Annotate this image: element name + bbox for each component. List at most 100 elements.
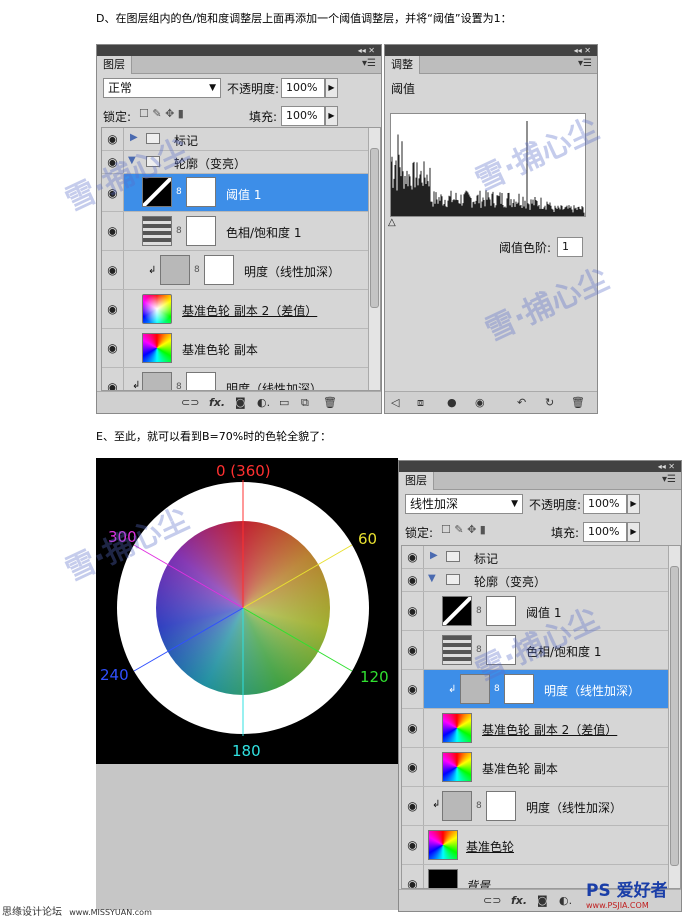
eye-icon[interactable]: ◉ bbox=[102, 251, 124, 289]
layer-row[interactable]: ◉ 基准色轮 副本 bbox=[102, 329, 380, 368]
view-previous-icon[interactable]: ↶ bbox=[517, 396, 526, 409]
layer-row[interactable]: ◉ 基准色轮 副本 bbox=[402, 748, 680, 787]
scrollbar-thumb[interactable] bbox=[670, 566, 679, 866]
eye-icon[interactable]: ◉ bbox=[402, 569, 424, 591]
layer-scrollbar[interactable] bbox=[668, 546, 680, 888]
triangle-down-icon[interactable]: ▼ bbox=[128, 155, 136, 166]
eye-icon[interactable]: ◉ bbox=[402, 546, 424, 568]
trash-icon[interactable]: 🗑 bbox=[571, 396, 585, 409]
layer-row[interactable]: ◉ ▶ 标记 bbox=[102, 128, 380, 151]
reset-icon[interactable]: ↻ bbox=[545, 396, 554, 409]
clip-to-layer-icon[interactable]: ● bbox=[447, 396, 457, 409]
panel-titlebar[interactable]: ◂◂ ✕ bbox=[399, 461, 681, 472]
layer-row[interactable]: ◉ ▼ 轮廓（变亮） bbox=[102, 151, 380, 174]
back-arrow-icon[interactable]: ◁ bbox=[391, 396, 399, 409]
lock-icons[interactable]: ☐ ✎ ✥ ▮ bbox=[441, 523, 486, 536]
layer-row[interactable]: ◉ 8 阈值 1 bbox=[102, 174, 380, 212]
layer-row[interactable]: ◉ ↲ 8 明度（线性加深） bbox=[102, 368, 380, 391]
eye-icon[interactable]: ◉ bbox=[102, 290, 124, 328]
fill-arrow-icon[interactable]: ▶ bbox=[627, 522, 640, 542]
layer-name: 明度（线性加深） bbox=[526, 801, 623, 815]
layer-row[interactable]: ◉ ▶ 标记 bbox=[402, 546, 680, 569]
layer-row[interactable]: ◉ ↲ 8 明度（线性加深） bbox=[402, 670, 680, 709]
layer-row[interactable]: ◉ 8 阈值 1 bbox=[402, 592, 680, 631]
panel-titlebar[interactable]: ◂◂ ✕ bbox=[385, 45, 597, 56]
visibility-eye-icon[interactable]: ◉ bbox=[475, 396, 485, 409]
color-wheel-thumbnail bbox=[142, 333, 172, 363]
lock-label: 锁定: bbox=[103, 110, 132, 124]
expand-view-icon[interactable]: ⧈ bbox=[417, 396, 424, 410]
tab-layers[interactable]: 图层 bbox=[97, 56, 132, 74]
layer-row[interactable]: ◉ 8 色相/饱和度 1 bbox=[402, 631, 680, 670]
eye-icon[interactable]: ◉ bbox=[402, 670, 424, 708]
triangle-right-icon[interactable]: ▶ bbox=[430, 550, 438, 561]
layer-mask-thumbnail bbox=[204, 255, 234, 285]
new-group-icon[interactable]: ▭ bbox=[279, 396, 289, 409]
eye-icon[interactable]: ◉ bbox=[402, 865, 424, 888]
fill-arrow-icon[interactable]: ▶ bbox=[325, 106, 338, 126]
hue-label-240: 240 bbox=[100, 666, 129, 684]
layer-row[interactable]: ◉ 基准色轮 副本 2（差值） bbox=[402, 709, 680, 748]
new-layer-icon[interactable]: ⧉ bbox=[301, 396, 309, 410]
panel-menu-icon[interactable]: ▾☰ bbox=[362, 58, 376, 69]
eye-icon[interactable]: ◉ bbox=[402, 787, 424, 825]
threshold-adjustment-icon bbox=[442, 596, 472, 626]
eye-icon[interactable]: ◉ bbox=[102, 174, 124, 211]
lock-icons[interactable]: ☐ ✎ ✥ ▮ bbox=[139, 107, 184, 120]
eye-icon[interactable]: ◉ bbox=[102, 151, 124, 173]
tab-layers[interactable]: 图层 bbox=[399, 472, 434, 490]
layer-row[interactable]: ◉ 基准色轮 副本 2（差值） bbox=[102, 290, 380, 329]
layer-row[interactable]: ◉ ▼ 轮廓（变亮） bbox=[402, 569, 680, 592]
tab-adjustments[interactable]: 调整 bbox=[385, 56, 420, 74]
eye-icon[interactable]: ◉ bbox=[102, 128, 124, 150]
layer-row[interactable]: ◉ 8 色相/饱和度 1 bbox=[102, 212, 380, 251]
triangle-down-icon[interactable]: ▼ bbox=[428, 573, 436, 584]
opacity-field[interactable]: 100% bbox=[583, 494, 627, 514]
panel-menu-icon[interactable]: ▾☰ bbox=[578, 58, 592, 69]
link-layers-icon[interactable]: ⊂⊃ bbox=[181, 396, 199, 409]
clip-arrow-icon: ↲ bbox=[132, 380, 141, 391]
blend-mode-select[interactable]: 线性加深 ▼ bbox=[405, 494, 523, 514]
color-wheel-graphic bbox=[117, 480, 369, 736]
clip-arrow-icon: ↲ bbox=[432, 799, 441, 810]
opacity-arrow-icon[interactable]: ▶ bbox=[627, 494, 640, 514]
fx-icon[interactable]: fx. bbox=[511, 894, 527, 907]
layer-row[interactable]: ◉ ↲ 8 明度（线性加深） bbox=[402, 787, 680, 826]
triangle-right-icon[interactable]: ▶ bbox=[130, 132, 138, 143]
layer-mask-thumbnail bbox=[504, 674, 534, 704]
eye-icon[interactable]: ◉ bbox=[102, 329, 124, 367]
layer-name: 基准色轮 副本 bbox=[182, 343, 258, 357]
fill-field[interactable]: 100% bbox=[281, 106, 325, 126]
add-mask-icon[interactable]: ◙ bbox=[537, 894, 548, 907]
black-fill-thumbnail bbox=[428, 869, 458, 888]
color-wheel-canvas: 0 (360) 60 120 180 240 300 bbox=[96, 458, 398, 764]
link-layers-icon[interactable]: ⊂⊃ bbox=[483, 894, 501, 907]
threshold-level-field[interactable]: 1 bbox=[557, 237, 583, 257]
fx-icon[interactable]: fx. bbox=[209, 396, 225, 409]
adjustment-layer-icon[interactable]: ◐. bbox=[257, 396, 270, 409]
eye-icon[interactable]: ◉ bbox=[402, 592, 424, 630]
threshold-slider-handle[interactable]: △ bbox=[388, 217, 396, 228]
layer-row[interactable]: ◉ 基准色轮 bbox=[402, 826, 680, 865]
eye-icon[interactable]: ◉ bbox=[102, 212, 124, 250]
layer-row[interactable]: ◉ ↲ 8 明度（线性加深） bbox=[102, 251, 380, 290]
fill-field[interactable]: 100% bbox=[583, 522, 627, 542]
adjustment-layer-icon[interactable]: ◐. bbox=[559, 894, 572, 907]
eye-icon[interactable]: ◉ bbox=[402, 826, 424, 864]
panel-titlebar[interactable]: ◂◂ ✕ bbox=[97, 45, 381, 56]
panel-menu-icon[interactable]: ▾☰ bbox=[662, 474, 676, 485]
chevron-down-icon: ▼ bbox=[511, 499, 518, 509]
add-mask-icon[interactable]: ◙ bbox=[235, 396, 246, 409]
opacity-arrow-icon[interactable]: ▶ bbox=[325, 78, 338, 98]
eye-icon[interactable]: ◉ bbox=[402, 631, 424, 669]
blend-mode-select[interactable]: 正常 ▼ bbox=[103, 78, 221, 98]
folder-icon bbox=[146, 133, 160, 144]
opacity-field[interactable]: 100% bbox=[281, 78, 325, 98]
trash-icon[interactable]: 🗑 bbox=[323, 396, 337, 409]
eye-icon[interactable]: ◉ bbox=[402, 748, 424, 786]
eye-icon[interactable]: ◉ bbox=[402, 709, 424, 747]
eye-icon[interactable]: ◉ bbox=[102, 368, 124, 390]
layer-scrollbar[interactable] bbox=[368, 128, 380, 390]
scrollbar-thumb[interactable] bbox=[370, 148, 379, 308]
histogram-graph bbox=[390, 121, 585, 216]
